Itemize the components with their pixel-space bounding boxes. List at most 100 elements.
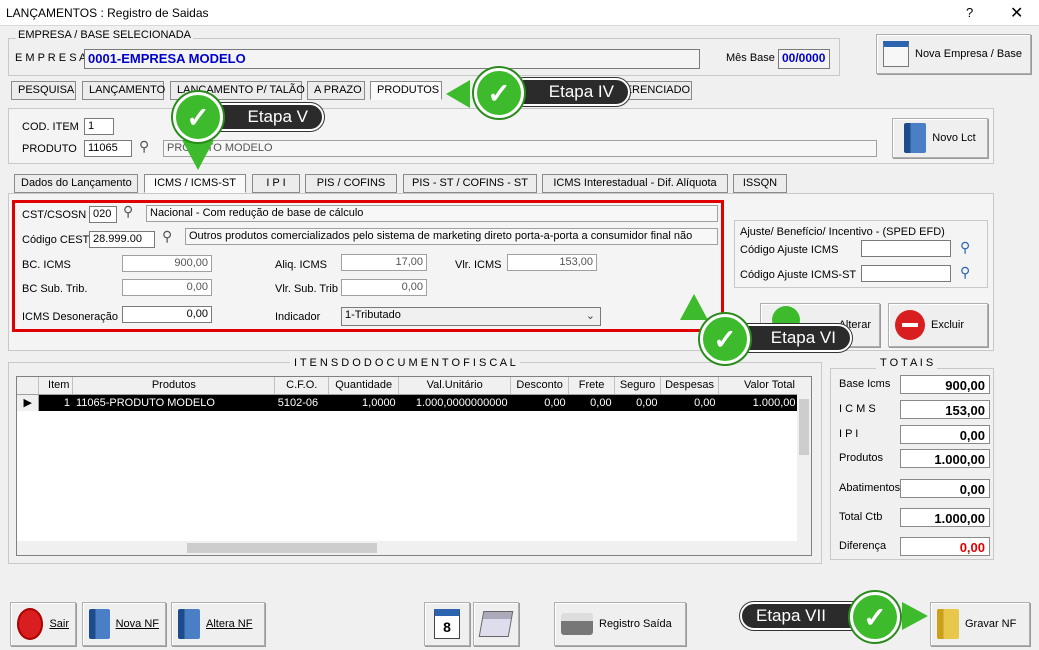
- bc-icms-label: BC. ICMS: [22, 259, 71, 271]
- help-button[interactable]: ?: [966, 5, 973, 20]
- ajuste-title: Ajuste/ Benefício/ Incentivo - (SPED EFD…: [740, 226, 945, 238]
- cst-field[interactable]: 020: [89, 206, 117, 223]
- ajuste-icms-label: Código Ajuste ICMS: [740, 244, 839, 256]
- cell-produto: 11065-PRODUTO MODELO: [72, 394, 275, 411]
- cst-search-icon[interactable]: ⚲: [123, 203, 133, 220]
- cell-quantidade: 1,0000: [328, 394, 399, 411]
- calendar-button[interactable]: 8: [424, 602, 470, 646]
- printer-icon: [561, 613, 593, 635]
- title-bar: LANÇAMENTOS : Registro de Saidas ? ✕: [0, 0, 1039, 26]
- tab-dados-lancamento[interactable]: Dados do Lançamento: [14, 174, 138, 193]
- novo-lct-label: Novo Lct: [932, 132, 976, 144]
- indicador-label: Indicador: [275, 311, 321, 323]
- bc-sub-trib-label: BC Sub. Trib.: [22, 283, 88, 295]
- table-row[interactable]: ▶ 1 11065-PRODUTO MODELO 5102-06 1,0000 …: [17, 394, 799, 411]
- ajuste-icms-search-icon[interactable]: ⚲: [960, 239, 970, 256]
- total-diferenca: 0,00: [900, 537, 990, 556]
- etapa-vi-pointer: [680, 294, 708, 320]
- horizontal-scrollbar[interactable]: [17, 541, 797, 555]
- total-ipi: 0,00: [900, 425, 990, 444]
- nova-nf-button[interactable]: Nova NF: [82, 602, 166, 646]
- col-desconto[interactable]: Desconto: [510, 377, 570, 395]
- etapa-iv-callout: Etapa IV: [510, 78, 630, 106]
- cest-search-icon[interactable]: ⚲: [162, 228, 172, 245]
- tab-pesquisa[interactable]: PESQUISA: [11, 81, 76, 100]
- cest-field[interactable]: 28.999.00: [89, 231, 155, 248]
- tab-a-prazo[interactable]: A PRAZO: [307, 81, 365, 100]
- ajuste-icmsst-field[interactable]: [861, 265, 951, 282]
- col-despesas[interactable]: Despesas: [660, 377, 720, 395]
- total-icms-label: I C M S: [839, 403, 876, 415]
- col-frete[interactable]: Frete: [568, 377, 616, 395]
- etapa-v-check-icon: ✓: [173, 92, 223, 142]
- sair-button[interactable]: Sair: [10, 602, 76, 646]
- calendar-icon: [883, 41, 909, 67]
- novo-lct-button[interactable]: Novo Lct: [892, 118, 988, 158]
- altera-nf-button[interactable]: Altera NF: [171, 602, 265, 646]
- cest-desc-field: Outros produtos comercializados pelo sis…: [185, 228, 718, 245]
- gravar-nf-button[interactable]: Gravar NF: [930, 602, 1030, 646]
- edit-book-icon: [178, 609, 200, 639]
- cell-seguro: 0,00: [614, 394, 661, 411]
- cst-desc-field: Nacional - Com redução de base de cálcul…: [146, 205, 718, 222]
- mes-base-label: Mês Base: [726, 52, 775, 64]
- empresa-label: E M P R E S A: [15, 52, 87, 64]
- produto-label: PRODUTO: [22, 143, 77, 155]
- tab-pis-st[interactable]: PIS - ST / COFINS - ST: [403, 174, 537, 193]
- ajuste-icmsst-search-icon[interactable]: ⚲: [960, 264, 970, 281]
- calendar-icon: 8: [434, 609, 460, 639]
- nova-nf-label: Nova NF: [115, 618, 159, 630]
- col-produtos[interactable]: Produtos: [72, 377, 276, 395]
- cest-label: Código CEST: [22, 234, 90, 246]
- nova-empresa-label: Nova Empresa / Base: [915, 48, 1022, 60]
- tab-issqn[interactable]: ISSQN: [733, 174, 787, 193]
- save-book-icon: [937, 609, 959, 639]
- aliq-icms-field: 17,00: [341, 254, 427, 271]
- vlr-icms-field: 153,00: [507, 254, 597, 271]
- col-val-unitario[interactable]: Val.Unitário: [398, 377, 512, 395]
- tab-icms[interactable]: ICMS / ICMS-ST: [144, 174, 246, 193]
- gravar-nf-label: Gravar NF: [965, 618, 1017, 630]
- search-icon[interactable]: ⚲: [139, 138, 149, 155]
- close-button[interactable]: ✕: [1010, 3, 1023, 23]
- sair-label: Sair: [49, 618, 69, 630]
- row-indicator-icon: ▶: [17, 394, 40, 411]
- aliq-icms-label: Aliq. ICMS: [275, 259, 327, 271]
- calculator-button[interactable]: [473, 602, 519, 646]
- col-valor-total[interactable]: Valor Total: [718, 377, 799, 395]
- nova-empresa-button[interactable]: Nova Empresa / Base: [876, 34, 1031, 74]
- produto-desc-field: PRODUTO MODELO: [163, 140, 877, 157]
- total-base-icms-label: Base Icms: [839, 378, 891, 390]
- tab-lancamento[interactable]: LANÇAMENTO: [82, 81, 165, 100]
- cell-frete: 0,00: [568, 394, 615, 411]
- vertical-scrollbar[interactable]: [797, 377, 811, 555]
- total-ctb-label: Total Ctb: [839, 511, 883, 523]
- cell-valor-total: 1.000,00: [718, 394, 799, 411]
- produto-code-field[interactable]: 11065: [84, 140, 132, 157]
- total-produtos: 1.000,00: [900, 449, 990, 468]
- tab-pis-cofins[interactable]: PIS / COFINS: [305, 174, 397, 193]
- col-quantidade[interactable]: Quantidade: [328, 377, 400, 395]
- excluir-label: Excluir: [931, 319, 965, 331]
- indicador-select[interactable]: 1-Tributado ⌄: [341, 307, 601, 326]
- cell-desconto: 0,00: [510, 394, 569, 411]
- col-cfo[interactable]: C.F.O.: [274, 377, 330, 395]
- col-item[interactable]: Item: [38, 377, 74, 395]
- tab-icms-interestadual[interactable]: ICMS Interestadual - Dif. Alíquota: [542, 174, 728, 193]
- total-base-icms: 900,00: [900, 375, 990, 394]
- etapa-vii-check-icon: ✓: [850, 592, 900, 642]
- tab-produtos[interactable]: PRODUTOS: [370, 81, 442, 100]
- etapa-vi-label: Etapa VI: [770, 328, 836, 347]
- icms-desoneracao-field[interactable]: 0,00: [122, 306, 212, 323]
- calculator-icon: [478, 611, 514, 637]
- col-seguro[interactable]: Seguro: [614, 377, 662, 395]
- book-icon: [904, 123, 927, 153]
- mes-base-field: 00/0000: [778, 49, 830, 69]
- ajuste-icms-field[interactable]: [861, 240, 951, 257]
- excluir-button[interactable]: Excluir: [888, 303, 988, 347]
- cell-despesas: 0,00: [660, 394, 719, 411]
- cell-cfo: 5102-06: [274, 394, 329, 411]
- cod-item-field[interactable]: 1: [84, 118, 114, 135]
- tab-ipi[interactable]: I P I: [252, 174, 300, 193]
- registro-saida-button[interactable]: Registro Saída: [554, 602, 686, 646]
